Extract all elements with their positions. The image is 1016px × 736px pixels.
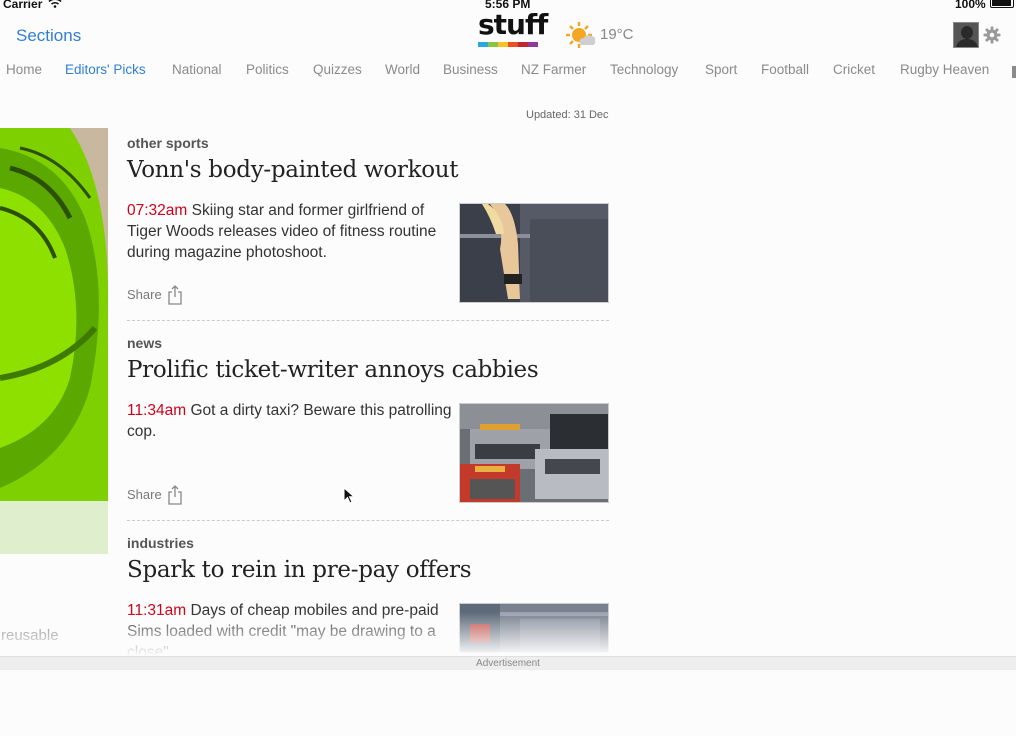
share-button[interactable]: Share bbox=[127, 487, 162, 502]
article-headline[interactable]: Prolific ticket-writer annoys cabbies bbox=[127, 357, 539, 383]
share-button[interactable]: Share bbox=[127, 287, 162, 302]
tab-football[interactable]: Football bbox=[761, 62, 809, 77]
battery-icon bbox=[990, 0, 1014, 8]
hero-image[interactable] bbox=[0, 128, 108, 554]
tab-national[interactable]: National bbox=[172, 62, 222, 77]
article-thumbnail[interactable] bbox=[459, 203, 609, 303]
updated-timestamp: Updated: 31 Dec bbox=[526, 109, 609, 121]
carrier-label: Carrier bbox=[3, 0, 43, 11]
logo-color-bar bbox=[518, 42, 528, 47]
avatar-head bbox=[961, 26, 973, 39]
article-timestamp: 11:34am bbox=[127, 402, 187, 419]
share-icon[interactable] bbox=[167, 485, 183, 505]
battery-percent: 100% bbox=[955, 0, 986, 11]
profile-avatar[interactable] bbox=[953, 22, 979, 48]
wifi-icon bbox=[48, 0, 62, 8]
advertisement-banner[interactable]: Advertisement bbox=[0, 656, 1016, 670]
tab-quizzes[interactable]: Quizzes bbox=[313, 62, 362, 77]
scroll-fade bbox=[0, 612, 1016, 656]
partly-sunny-icon bbox=[566, 22, 596, 48]
tab-politics[interactable]: Politics bbox=[246, 62, 289, 77]
tab-cricket[interactable]: Cricket bbox=[833, 62, 875, 77]
logo-color-bar bbox=[478, 42, 488, 47]
article-timestamp: 07:32am bbox=[127, 202, 188, 219]
section-tabs: Home Editors' Picks National Politics Qu… bbox=[0, 62, 1016, 82]
temperature: 19°C bbox=[600, 26, 634, 43]
tab-overflow[interactable] bbox=[1012, 66, 1016, 78]
tab-nz-farmer[interactable]: NZ Farmer bbox=[521, 62, 586, 77]
tab-technology[interactable]: Technology bbox=[610, 62, 678, 77]
logo-text: stuff bbox=[478, 8, 548, 41]
tab-sport[interactable]: Sport bbox=[705, 62, 737, 77]
share-icon[interactable] bbox=[167, 285, 183, 305]
article-thumbnail[interactable] bbox=[459, 403, 609, 503]
avatar-body bbox=[956, 39, 978, 47]
article-category[interactable]: news bbox=[127, 335, 162, 351]
tab-world[interactable]: World bbox=[385, 62, 420, 77]
logo-color-bar bbox=[528, 42, 538, 47]
thumbnail-photo bbox=[460, 404, 608, 502]
logo-color-bars bbox=[478, 42, 538, 47]
article-summary: 11:34am Got a dirty taxi? Beware this pa… bbox=[127, 400, 452, 442]
logo-color-bar bbox=[498, 42, 508, 47]
article-headline[interactable]: Spark to rein in pre-pay offers bbox=[127, 557, 472, 583]
article-category[interactable]: industries bbox=[127, 535, 194, 551]
stuff-logo[interactable]: stuff bbox=[478, 8, 548, 48]
article-divider bbox=[127, 320, 609, 321]
mouse-cursor-icon bbox=[343, 487, 355, 504]
article-summary: 07:32am Skiing star and former girlfrien… bbox=[127, 200, 452, 263]
tab-editors-picks[interactable]: Editors' Picks bbox=[65, 62, 146, 77]
thumbnail-photo bbox=[460, 204, 608, 302]
article-headline[interactable]: Vonn's body-painted workout bbox=[127, 157, 459, 183]
sections-button[interactable]: Sections bbox=[16, 26, 81, 46]
tab-rugby-heaven[interactable]: Rugby Heaven bbox=[900, 62, 989, 77]
hero-artwork bbox=[0, 128, 108, 554]
article-category[interactable]: other sports bbox=[127, 135, 209, 151]
tab-home[interactable]: Home bbox=[6, 62, 42, 77]
logo-color-bar bbox=[488, 42, 498, 47]
tab-business[interactable]: Business bbox=[443, 62, 498, 77]
gear-icon[interactable] bbox=[983, 26, 1001, 44]
logo-color-bar bbox=[508, 42, 518, 47]
article-divider bbox=[127, 520, 609, 521]
